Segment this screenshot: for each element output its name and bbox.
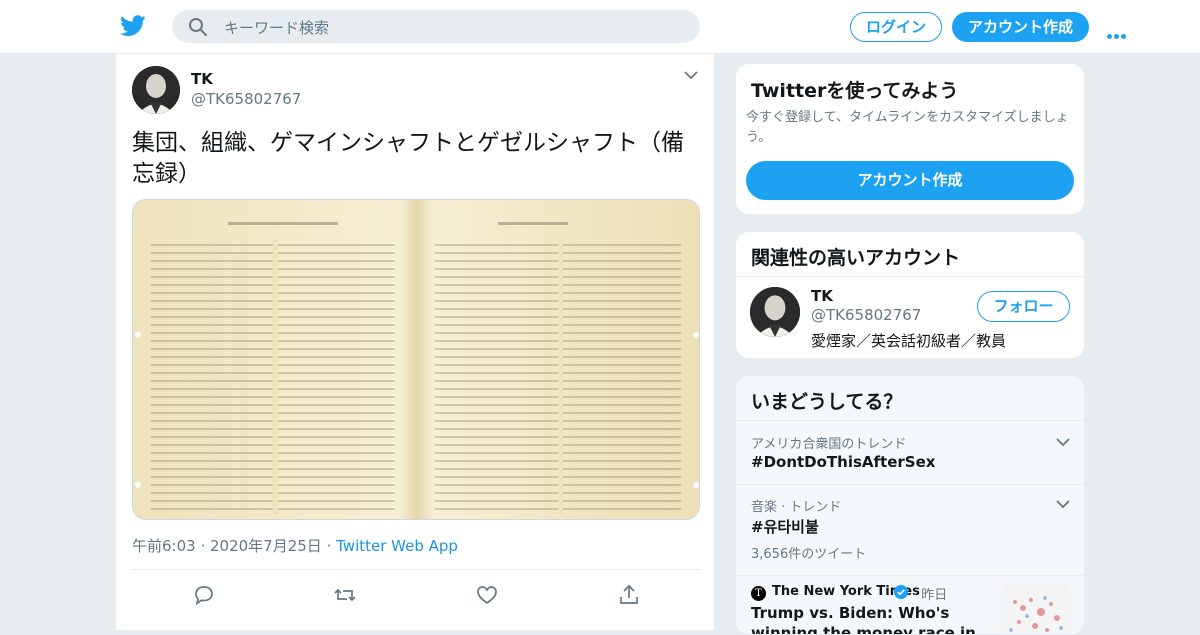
trends-card: いまどうしてる？ アメリカ合衆国のトレンド #DontDoThisAfterSe… xyxy=(735,375,1085,635)
trend-item[interactable]: アメリカ合衆国のトレンド #DontDoThisAfterSex xyxy=(736,420,1084,484)
search-input[interactable]: キーワード検索 xyxy=(224,17,329,38)
trend-item[interactable]: 音楽 · トレンド #유타비불 3,656件のツイート xyxy=(736,484,1084,575)
related-account-name[interactable]: TK xyxy=(811,287,833,305)
chevron-down-icon[interactable] xyxy=(1056,437,1070,447)
trend-tweet-count: 3,656件のツイート xyxy=(751,547,867,562)
news-headline[interactable]: Trump vs. Biden: Who's winning the money… xyxy=(751,603,991,634)
trend-context: アメリカ合衆国のトレンド xyxy=(751,437,907,452)
card-title: いまどうしてる？ xyxy=(751,391,903,413)
card-description: 今すぐ登録して、タイムラインをカスタマイズしましょう。 xyxy=(746,110,1069,145)
chevron-down-icon[interactable] xyxy=(1056,499,1070,509)
login-button[interactable]: ログイン xyxy=(850,12,942,42)
like-heart-icon[interactable] xyxy=(475,583,499,607)
avatar[interactable] xyxy=(750,287,800,337)
retweet-icon[interactable] xyxy=(333,583,357,607)
related-account-bio: 愛煙家／英会話初級者／教員 xyxy=(811,332,1007,350)
related-account-handle[interactable]: @TK65802767 xyxy=(811,306,921,324)
search-icon xyxy=(189,18,207,36)
reply-icon[interactable] xyxy=(192,583,216,607)
tweet-source-link[interactable]: Twitter Web App xyxy=(336,537,458,555)
nyt-logo-icon: T xyxy=(751,586,766,601)
tweet-image[interactable] xyxy=(132,199,700,520)
search-box[interactable]: キーワード検索 xyxy=(172,10,700,43)
signup-button[interactable]: アカウント作成 xyxy=(952,12,1089,42)
create-account-button[interactable]: アカウント作成 xyxy=(746,161,1074,200)
twitter-bird-logo-icon[interactable] xyxy=(120,14,146,38)
share-icon[interactable] xyxy=(617,583,641,607)
follow-button[interactable]: フォロー xyxy=(977,291,1070,322)
chevron-down-icon[interactable] xyxy=(684,70,698,80)
divider xyxy=(132,569,700,570)
trend-title[interactable]: #유타비불 xyxy=(751,516,819,537)
news-thumbnail[interactable] xyxy=(1001,584,1071,634)
signup-prompt-card: Twitterを使ってみよう 今すぐ登録して、タイムラインをカスタマイズしましょ… xyxy=(735,63,1085,215)
verified-badge-icon xyxy=(894,585,908,599)
avatar[interactable] xyxy=(132,66,180,114)
tweet-text: 集団、組織、ゲマインシャフトとゲゼルシャフト（備忘録） xyxy=(132,130,684,187)
author-name[interactable]: TK xyxy=(191,70,213,88)
tweet-timestamp: 午前6:03 · 2020年7月25日 · Twitter Web App xyxy=(132,537,458,555)
news-item[interactable]: T The New York Times · 昨日 Trump vs. Bide… xyxy=(736,575,1084,634)
news-time: · 昨日 xyxy=(913,588,948,603)
trend-context: 音楽 · トレンド xyxy=(751,500,842,515)
tweet-time[interactable]: 午前6:03 xyxy=(132,537,196,555)
tweet-date[interactable]: 2020年7月25日 xyxy=(210,537,322,555)
divider xyxy=(736,276,1084,277)
card-title: 関連性の高いアカウント xyxy=(751,247,961,269)
trend-title[interactable]: #DontDoThisAfterSex xyxy=(751,453,935,471)
author-handle[interactable]: @TK65802767 xyxy=(191,90,301,108)
more-options-icon[interactable] xyxy=(1107,24,1131,39)
top-navigation-bar: キーワード検索 ログイン アカウント作成 xyxy=(0,0,1200,54)
related-accounts-card: 関連性の高いアカウント TK @TK65802767 愛煙家／英会話初級者／教員… xyxy=(735,231,1085,359)
card-title: Twitterを使ってみよう xyxy=(751,80,959,102)
tweet-detail: TK @TK65802767 集団、組織、ゲマインシャフトとゲゼルシャフト（備忘… xyxy=(115,54,715,630)
